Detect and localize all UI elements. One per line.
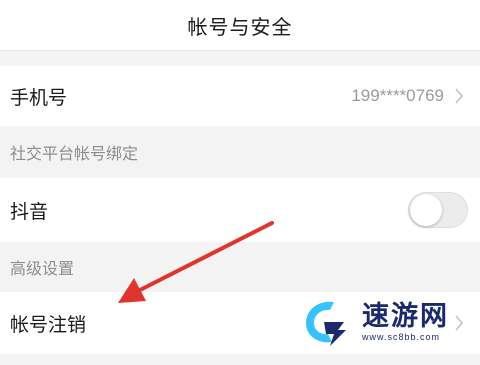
watermark-logo-icon xyxy=(306,301,346,346)
watermark-url: www.sc8bb.com xyxy=(362,332,441,342)
watermark-name: 速游网 xyxy=(362,301,449,332)
watermark-logo: 速游网 www.sc8bb.com xyxy=(300,296,470,348)
